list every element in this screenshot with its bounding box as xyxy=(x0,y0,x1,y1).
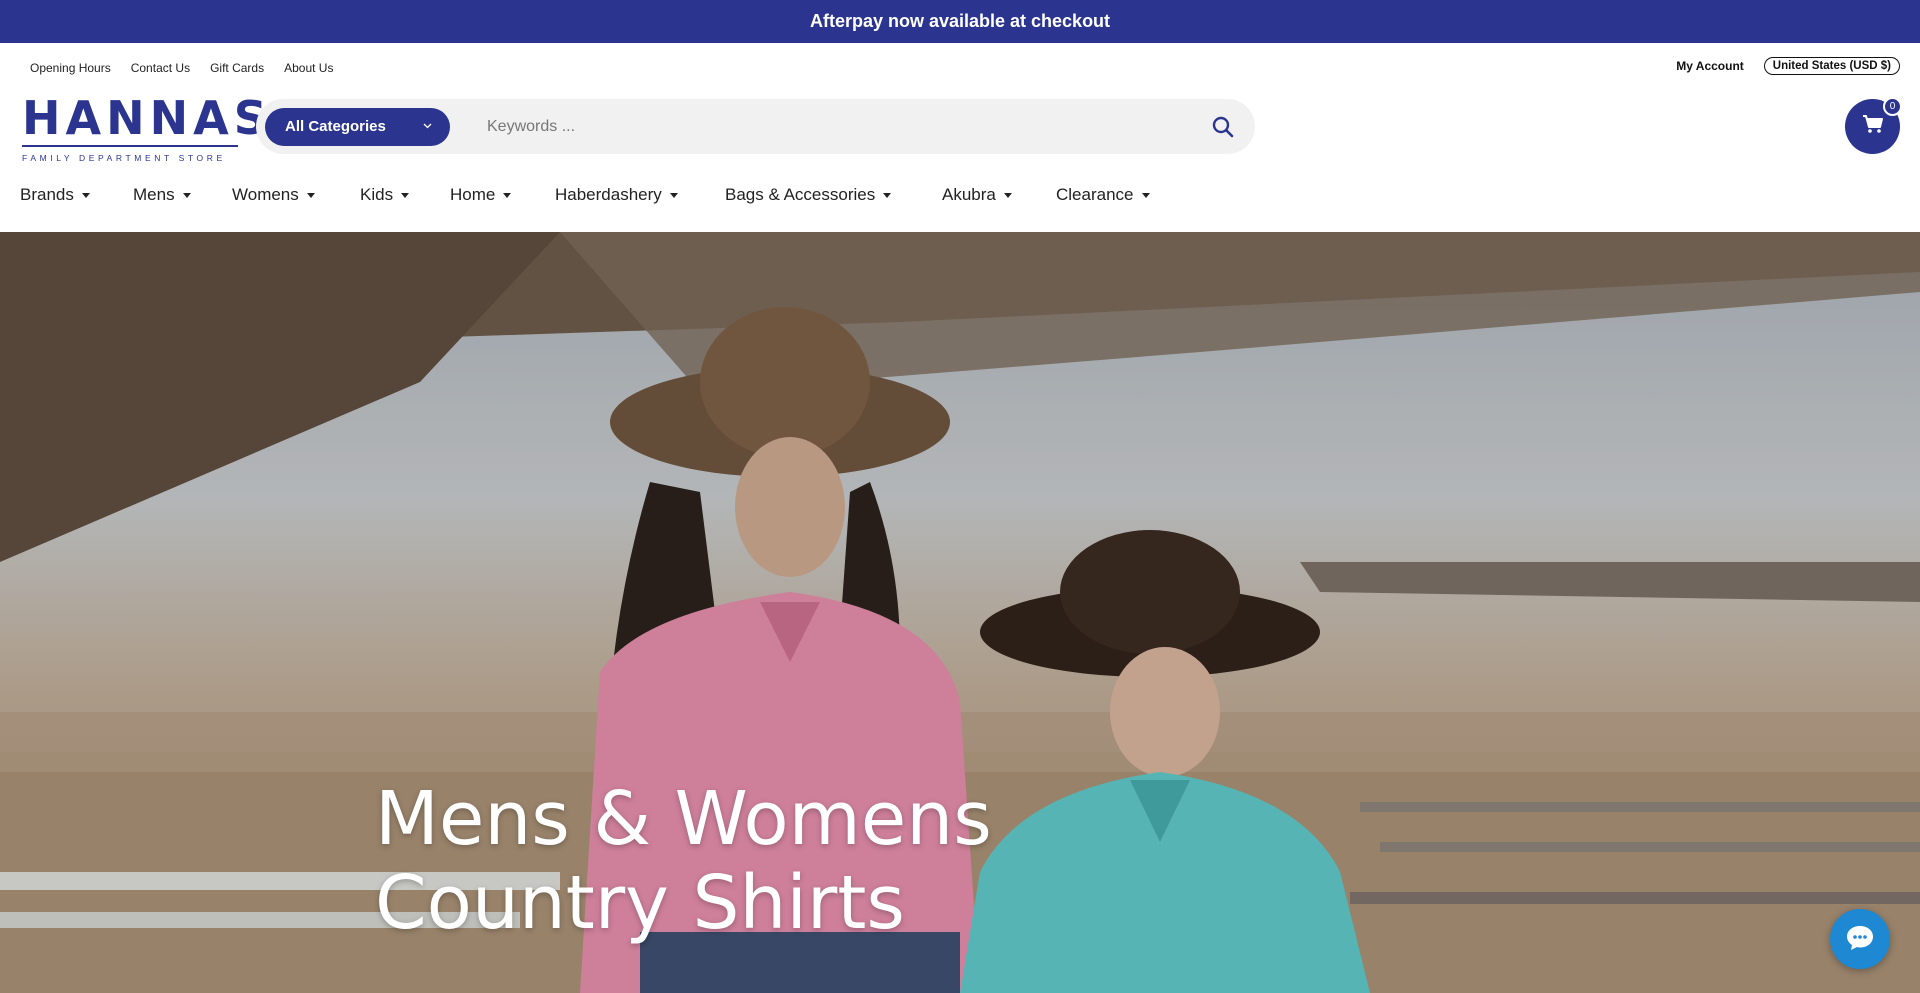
cart-count-badge: 0 xyxy=(1883,97,1902,116)
nav-item-label: Mens xyxy=(133,185,175,204)
hero-heading-line1: Mens & Womens xyxy=(375,776,992,862)
hero-banner[interactable]: Mens & Womens Country Shirts xyxy=(0,232,1920,993)
caret-down-icon xyxy=(81,192,90,198)
caret-down-icon xyxy=(306,192,315,198)
nav-item-clearance[interactable]: Clearance xyxy=(1056,185,1166,205)
announcement-text: Afterpay now available at checkout xyxy=(809,11,1111,31)
logo-wordmark: HANNAS xyxy=(22,91,272,145)
nav-item-haberdashery[interactable]: Haberdashery xyxy=(555,185,725,205)
chat-button[interactable] xyxy=(1830,909,1890,969)
opening-hours-link[interactable]: Opening Hours xyxy=(30,61,111,75)
cart-button[interactable]: 0 xyxy=(1845,97,1902,154)
search-bar: All Categories xyxy=(256,99,1255,154)
caret-down-icon xyxy=(1003,192,1012,198)
logo-divider xyxy=(22,145,238,147)
main-nav: Brands Mens Womens Kids Home Haberdasher… xyxy=(20,185,1166,205)
chat-bubble-icon xyxy=(1845,923,1875,956)
utility-nav: Opening Hours Contact Us Gift Cards Abou… xyxy=(30,61,333,75)
caret-down-icon xyxy=(883,192,892,198)
currency-selector[interactable]: United States (USD $) xyxy=(1763,57,1900,75)
caret-down-icon xyxy=(401,192,410,198)
nav-item-kids[interactable]: Kids xyxy=(360,185,450,205)
caret-down-icon xyxy=(503,192,512,198)
caret-down-icon xyxy=(182,192,191,198)
chevron-down-icon xyxy=(423,121,432,132)
nav-item-womens[interactable]: Womens xyxy=(232,185,360,205)
about-us-link[interactable]: About Us xyxy=(284,61,333,75)
nav-item-label: Home xyxy=(450,185,496,204)
logo-tagline: FAMILY DEPARTMENT STORE xyxy=(22,153,226,163)
nav-item-brands[interactable]: Brands xyxy=(20,185,133,205)
nav-item-label: Womens xyxy=(232,185,299,204)
nav-item-label: Clearance xyxy=(1056,185,1134,204)
nav-item-label: Brands xyxy=(20,185,74,204)
site-logo[interactable]: HANNAS FAMILY DEPARTMENT STORE xyxy=(22,91,272,163)
account-nav: My Account United States (USD $) xyxy=(1676,57,1900,75)
contact-us-link[interactable]: Contact Us xyxy=(131,61,190,75)
category-dropdown-label: All Categories xyxy=(285,118,386,135)
nav-item-label: Akubra xyxy=(942,185,996,204)
nav-item-label: Haberdashery xyxy=(555,185,662,204)
site-header: Opening Hours Contact Us Gift Cards Abou… xyxy=(0,43,1920,232)
nav-item-mens[interactable]: Mens xyxy=(133,185,232,205)
nav-item-akubra[interactable]: Akubra xyxy=(942,185,1056,205)
nav-item-bags-accessories[interactable]: Bags & Accessories xyxy=(725,185,942,205)
hero-heading-line2: Country Shirts xyxy=(375,860,905,946)
cart-icon xyxy=(1862,114,1884,139)
search-icon[interactable] xyxy=(1203,107,1243,147)
gift-cards-link[interactable]: Gift Cards xyxy=(210,61,264,75)
category-dropdown[interactable]: All Categories xyxy=(265,107,450,146)
announcement-bar: Afterpay now available at checkout xyxy=(0,0,1920,43)
nav-item-label: Bags & Accessories xyxy=(725,185,876,204)
caret-down-icon xyxy=(1141,192,1150,198)
hero-heading: Mens & Womens Country Shirts xyxy=(375,777,992,945)
my-account-link[interactable]: My Account xyxy=(1676,59,1744,73)
caret-down-icon xyxy=(669,192,678,198)
search-input[interactable] xyxy=(487,99,1203,154)
nav-item-label: Kids xyxy=(360,185,394,204)
nav-item-home[interactable]: Home xyxy=(450,185,555,205)
